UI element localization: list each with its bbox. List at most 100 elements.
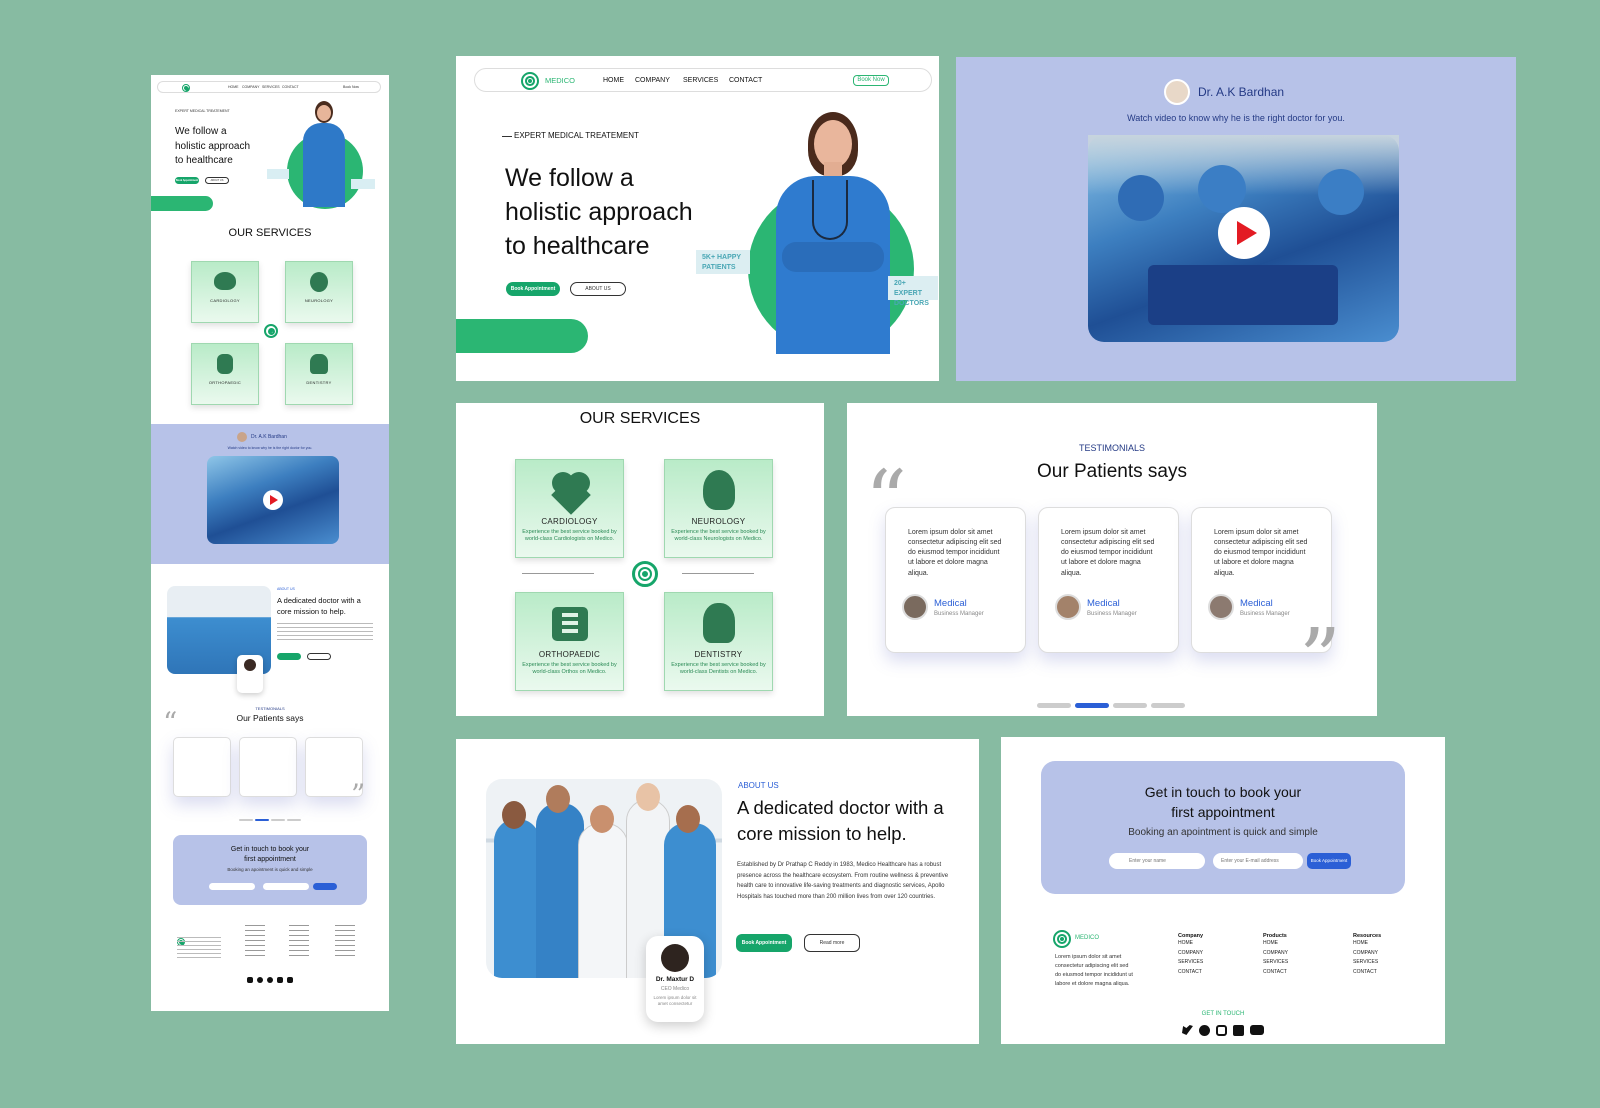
quote-close-icon: ” — [351, 778, 366, 811]
service-name: DENTISTRY — [694, 650, 743, 659]
footer-link[interactable]: CONTACT — [1263, 968, 1288, 978]
divider-line — [682, 573, 754, 574]
footer-col-company: Company HOME COMPANY SERVICES CONTACT — [1178, 933, 1203, 977]
preview-service-card[interactable]: DENTISTRY — [285, 343, 353, 405]
hero-title-line: to healthcare — [505, 232, 650, 260]
preview-slider-dot[interactable] — [287, 819, 301, 821]
service-card-dentistry[interactable]: DENTISTRY Experience the best service bo… — [664, 592, 773, 691]
footer-link[interactable]: SERVICES — [1353, 958, 1381, 968]
footer-link[interactable]: SERVICES — [1263, 958, 1288, 968]
footer-link[interactable]: HOME — [1178, 939, 1203, 949]
preview-nav-contact[interactable]: CONTACT — [282, 85, 299, 89]
preview-navbar: HOME COMPANY SERVICES CONTACT Book Now — [157, 81, 381, 93]
service-card-cardiology[interactable]: CARDIOLOGY Experience the best service b… — [515, 459, 624, 558]
testimonial-name: Medical — [1240, 598, 1273, 609]
preview-service-name: CARDIOLOGY — [210, 298, 240, 303]
preview-slider-dot[interactable] — [239, 819, 253, 821]
footer-link[interactable]: COMPANY — [1263, 949, 1288, 959]
instagram-icon[interactable] — [267, 977, 273, 983]
book-now-button[interactable]: Book Now — [853, 75, 889, 86]
hero-title-line: We follow a — [505, 164, 634, 192]
about-doctor-role: CEO Medico — [660, 986, 690, 992]
preview-service-card[interactable]: CARDIOLOGY — [191, 261, 259, 323]
about-title-line: core mission to help. — [737, 822, 907, 844]
service-name: NEUROLOGY — [691, 517, 746, 526]
instagram-icon[interactable] — [1216, 1025, 1227, 1036]
linkedin-icon[interactable] — [277, 977, 283, 983]
about-book-button[interactable]: Book Appointment — [736, 934, 792, 952]
footer-link[interactable]: CONTACT — [1353, 968, 1381, 978]
service-name: ORTHOPAEDIC — [538, 650, 601, 659]
contact-panel: Get in touch to book your first appointm… — [1001, 737, 1445, 1044]
preview-green-strip — [151, 196, 213, 211]
preview-about-book-button[interactable] — [277, 653, 301, 660]
preview-play-icon[interactable] — [263, 490, 283, 510]
avatar — [902, 594, 928, 620]
preview-service-card[interactable]: NEUROLOGY — [285, 261, 353, 323]
preview-service-card[interactable]: ORTHOPAEDIC — [191, 343, 259, 405]
service-desc: Experience the best service booked by wo… — [671, 529, 766, 543]
preview-slider-dot[interactable] — [271, 819, 285, 821]
nav-contact[interactable]: CONTACT — [729, 77, 762, 84]
preview-video-doctor: Dr. A.K Bardhan — [251, 434, 287, 440]
name-input[interactable] — [1109, 853, 1205, 869]
preview-email-input[interactable] — [263, 883, 309, 890]
testimonial-name: Medical — [934, 598, 967, 609]
book-appointment-button[interactable]: Book Appointment — [506, 282, 560, 296]
nurse-image — [772, 112, 894, 354]
play-icon[interactable] — [1218, 207, 1270, 259]
twitter-icon[interactable] — [1182, 1025, 1193, 1035]
preview-contact-title: Get in touch to book your first appointm… — [173, 845, 367, 865]
service-card-neurology[interactable]: NEUROLOGY Experience the best service bo… — [664, 459, 773, 558]
brain-head-icon — [703, 470, 735, 510]
footer-link[interactable]: CONTACT — [1178, 968, 1203, 978]
preview-book-now[interactable]: Book Now — [343, 85, 359, 89]
preview-testimonials-label: TESTIMONIALS — [255, 706, 285, 711]
about-doctor-desc: Lorem ipsum dolor sit amet consectetur — [653, 995, 697, 1006]
nav-services[interactable]: SERVICES — [683, 77, 718, 84]
slider-dot[interactable] — [1037, 703, 1071, 708]
footer-link[interactable]: COMPANY — [1178, 949, 1203, 959]
preview-nav-company[interactable]: COMPANY — [242, 85, 259, 89]
nav-company[interactable]: COMPANY — [635, 77, 670, 84]
facebook-icon[interactable] — [1199, 1025, 1210, 1036]
testimonial-role: Business Manager — [1087, 611, 1137, 617]
hero-tagline: EXPERT MEDICAL TREATEMENT — [514, 131, 639, 140]
nav-home[interactable]: HOME — [603, 77, 624, 84]
slider-dot[interactable] — [1151, 703, 1185, 708]
facebook-icon[interactable] — [257, 977, 263, 983]
preview-read-more-button[interactable] — [307, 653, 331, 660]
linkedin-icon[interactable] — [1233, 1025, 1244, 1036]
slider-dot[interactable] — [1113, 703, 1147, 708]
preview-footer-social — [239, 977, 301, 985]
contact-card: Get in touch to book your first appointm… — [1041, 761, 1405, 894]
twitter-icon[interactable] — [247, 977, 253, 983]
footer-link[interactable]: HOME — [1263, 939, 1288, 949]
video-panel: Dr. A.K Bardhan Watch video to know why … — [956, 57, 1516, 381]
youtube-icon[interactable] — [1250, 1025, 1264, 1035]
preview-about-doctor-card — [237, 655, 263, 693]
preview-nav-services[interactable]: SERVICES — [262, 85, 280, 89]
testimonial-card: Lorem ipsum dolor sit amet consectetur a… — [885, 507, 1026, 653]
preview-services-logo-icon — [264, 324, 278, 338]
logo-icon — [182, 84, 190, 92]
about-us-button[interactable]: ABOUT US — [570, 282, 626, 296]
preview-contact-button[interactable] — [313, 883, 337, 890]
youtube-icon[interactable] — [287, 977, 293, 983]
preview-service-name: NEUROLOGY — [304, 298, 334, 303]
preview-hero-title: We follow a holistic approach to healthc… — [175, 125, 250, 169]
read-more-button[interactable]: Read more — [804, 934, 860, 952]
email-input[interactable] — [1213, 853, 1303, 869]
contact-book-button[interactable]: Book Appointment — [1307, 853, 1351, 869]
service-card-orthopaedic[interactable]: ORTHOPAEDIC Experience the best service … — [515, 592, 624, 691]
preview-slider-dot[interactable] — [255, 819, 269, 821]
slider-dot-active[interactable] — [1075, 703, 1109, 708]
footer-link[interactable]: HOME — [1353, 939, 1381, 949]
footer-link[interactable]: COMPANY — [1353, 949, 1381, 959]
preview-nav-home[interactable]: HOME — [228, 85, 239, 89]
footer-link[interactable]: SERVICES — [1178, 958, 1203, 968]
preview-name-input[interactable] — [209, 883, 255, 890]
preview-about-button[interactable]: ABOUT US — [205, 177, 229, 184]
preview-book-button[interactable]: Book Appointment — [175, 177, 199, 184]
avatar — [1208, 594, 1234, 620]
